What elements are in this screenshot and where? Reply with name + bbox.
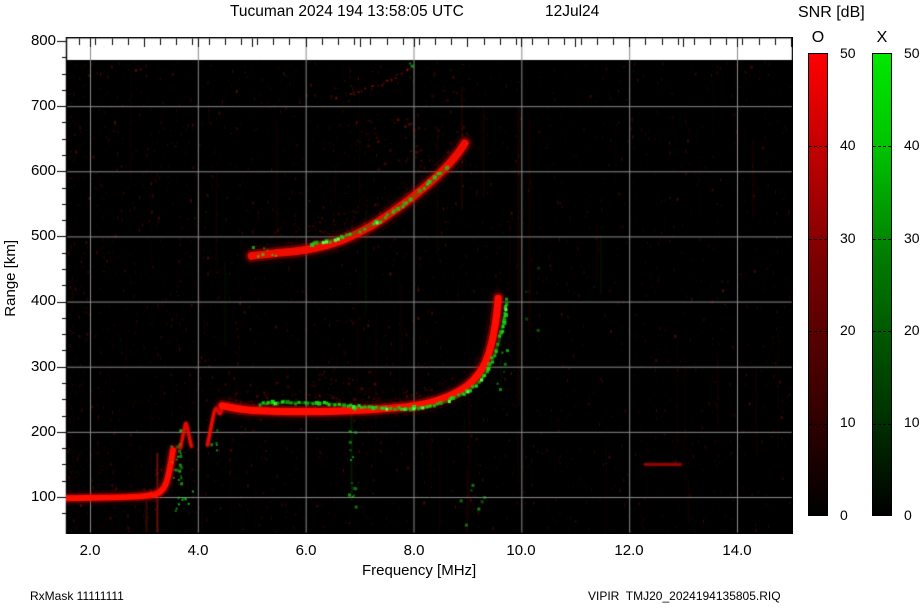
page-title: Tucuman 2024 194 13:58:05 UTC [230, 3, 464, 20]
x-colorbar-tick: 10 [904, 414, 920, 430]
o-colorbar-tick: 40 [840, 137, 856, 153]
rxmask-label: RxMask 11111111 [30, 589, 124, 603]
o-colorbar-tick: 10 [840, 414, 856, 430]
y-tick-label: 800 [30, 32, 56, 49]
data-file-label: VIPIR TMJ20_2024194135805.RIQ [588, 589, 781, 603]
o-mode-colorbar [808, 53, 828, 516]
y-tick-label: 100 [30, 488, 56, 505]
y-tick-label: 700 [30, 97, 56, 114]
y-axis-label: Range [km] [2, 240, 19, 317]
o-colorbar-tick: 20 [840, 322, 856, 338]
colorbar-tick-line [873, 146, 891, 147]
x-colorbar-tick: 40 [904, 137, 920, 153]
colorbar-tick-line [809, 331, 827, 332]
y-tick-label: 600 [30, 162, 56, 179]
x-colorbar-tick: 30 [904, 230, 920, 246]
x-tick-label: 8.0 [403, 542, 425, 559]
x-tick-label: 10.0 [506, 542, 536, 559]
colorbar-title: SNR [dB] [798, 4, 865, 21]
colorbar-tick-line [809, 146, 827, 147]
x-tick-label: 14.0 [722, 542, 752, 559]
ionogram-figure: Tucuman 2024 194 13:58:05 UTC 12Jul24 Ra… [0, 0, 922, 614]
x-mode-colorbar [872, 53, 892, 516]
x-tick-label: 12.0 [614, 542, 644, 559]
colorbar-tick-line [873, 424, 891, 425]
ionogram-canvas [57, 37, 793, 534]
x-mode-label: X [876, 29, 888, 46]
o-colorbar-tick: 0 [840, 507, 848, 523]
x-tick-label: 4.0 [187, 542, 209, 559]
x-colorbar-tick: 0 [904, 507, 912, 523]
y-tick-label: 500 [30, 227, 56, 244]
x-axis-label: Frequency [MHz] [362, 562, 477, 579]
y-tick-label: 400 [30, 292, 56, 309]
date-label: 12Jul24 [545, 3, 600, 20]
y-tick-label: 300 [30, 358, 56, 375]
x-tick-label: 6.0 [295, 542, 317, 559]
x-colorbar-tick: 50 [904, 45, 920, 61]
colorbar-tick-line [873, 331, 891, 332]
o-colorbar-tick: 50 [840, 45, 856, 61]
o-mode-label: O [811, 29, 825, 46]
colorbar-tick-line [873, 239, 891, 240]
o-colorbar-tick: 30 [840, 230, 856, 246]
colorbar-tick-line [809, 239, 827, 240]
y-tick-label: 200 [30, 423, 56, 440]
x-tick-label: 2.0 [79, 542, 101, 559]
colorbar-tick-line [809, 424, 827, 425]
x-colorbar-tick: 20 [904, 322, 920, 338]
